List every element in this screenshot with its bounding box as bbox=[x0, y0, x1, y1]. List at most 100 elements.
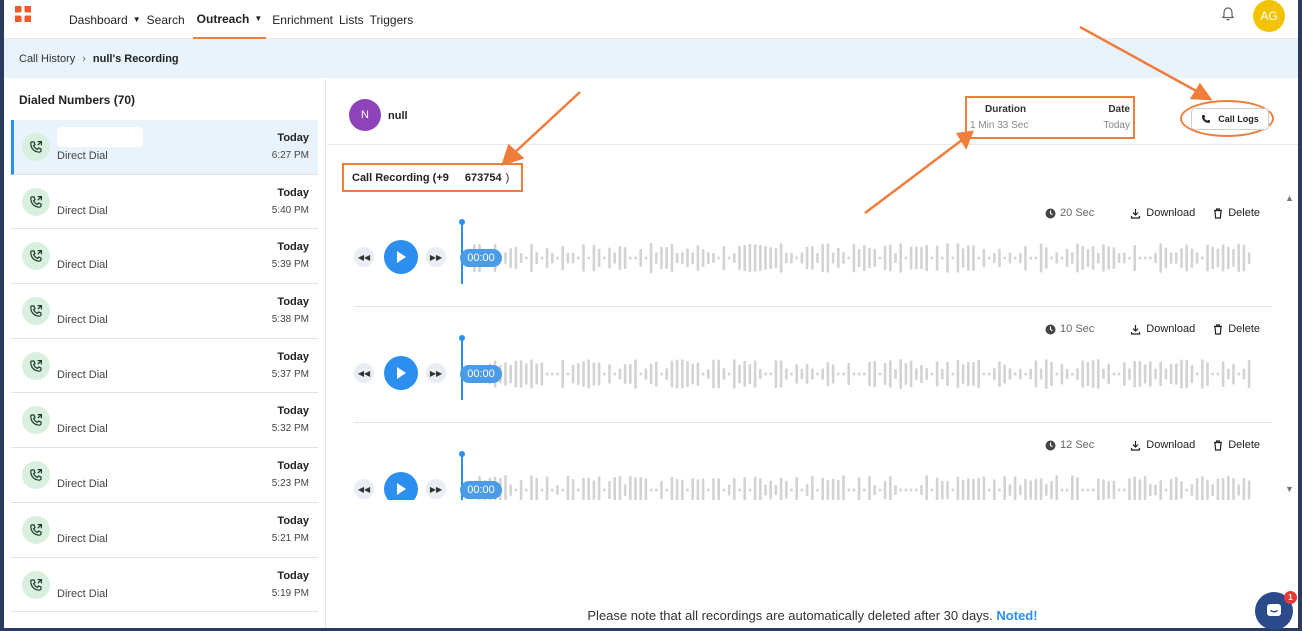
call-time: 5:21 PM bbox=[271, 532, 309, 544]
call-time: 5:32 PM bbox=[271, 423, 309, 435]
fast-forward-button[interactable]: ▶▶ bbox=[426, 479, 446, 499]
delete-button[interactable]: Delete bbox=[1213, 207, 1260, 219]
audio-waveform[interactable] bbox=[472, 473, 1252, 500]
fast-forward-icon: ▶▶ bbox=[429, 368, 443, 378]
dialed-numbers-panel: Dialed Numbers (70) Direct Dial Today 6:27… bbox=[4, 79, 326, 628]
call-type-badge bbox=[22, 297, 50, 326]
call-logs-highlight: Call Logs bbox=[1180, 100, 1274, 137]
recordings-list[interactable]: 20 Sec Download Delete ◀◀ ▶▶ 00:00 10 Sec Downl… bbox=[354, 191, 1272, 500]
app-logo-icon[interactable] bbox=[12, 3, 34, 25]
audio-player: ◀◀ ▶▶ 00:00 bbox=[354, 335, 1272, 403]
call-type-label: Direct Dial bbox=[57, 368, 108, 381]
call-type-badge bbox=[22, 351, 50, 380]
chat-unread-badge: 1 bbox=[1284, 591, 1297, 604]
recording-item: 20 Sec Download Delete ◀◀ ▶▶ 00:00 bbox=[354, 191, 1272, 307]
audio-waveform[interactable] bbox=[472, 241, 1252, 275]
delete-label: Delete bbox=[1228, 207, 1260, 219]
download-label: Download bbox=[1146, 323, 1196, 335]
call-day: Today bbox=[277, 186, 309, 199]
chat-icon bbox=[1267, 604, 1281, 616]
nav-item-label: Enrichment bbox=[272, 12, 333, 27]
rewind-button[interactable]: ◀◀ bbox=[354, 247, 374, 267]
dialed-number-item[interactable]: Direct Dial Today 6:27 PM bbox=[11, 120, 318, 175]
download-label: Download bbox=[1146, 207, 1196, 219]
fast-forward-button[interactable]: ▶▶ bbox=[426, 247, 446, 267]
dialed-number-item[interactable]: Direct Dial Today 5:38 PM bbox=[11, 284, 318, 339]
chevron-right-icon: › bbox=[82, 52, 86, 65]
call-type-badge bbox=[22, 461, 50, 490]
call-time: 6:27 PM bbox=[271, 150, 309, 161]
fast-forward-button[interactable]: ▶▶ bbox=[426, 363, 446, 383]
call-logs-button[interactable]: Call Logs bbox=[1191, 108, 1269, 130]
call-day: Today bbox=[277, 405, 309, 418]
play-button[interactable] bbox=[384, 356, 418, 390]
dialed-number-item[interactable]: Direct Dial Today 5:32 PM bbox=[11, 393, 318, 449]
nav-item-triggers[interactable]: Triggers bbox=[370, 0, 414, 39]
download-button[interactable]: Download bbox=[1130, 207, 1195, 219]
date-value: Today bbox=[1103, 120, 1130, 131]
bell-icon[interactable] bbox=[1220, 6, 1236, 22]
audio-waveform[interactable] bbox=[472, 357, 1252, 391]
nav-item-lists[interactable]: Lists bbox=[339, 0, 364, 39]
dialed-number-item[interactable]: Direct Dial Today 5:40 PM bbox=[11, 174, 318, 230]
breadcrumb-call-history[interactable]: Call History bbox=[19, 53, 75, 65]
dialed-number-item[interactable]: Direct Dial Today 5:19 PM bbox=[11, 557, 318, 613]
rewind-button[interactable]: ◀◀ bbox=[354, 363, 374, 383]
play-button[interactable] bbox=[384, 472, 418, 500]
call-recording-title: Call Recording (+9 673754 ) bbox=[342, 163, 523, 192]
nav-item-enrichment[interactable]: Enrichment bbox=[272, 0, 333, 39]
call-type-badge bbox=[22, 133, 50, 161]
recording-item: 12 Sec Download Delete ◀◀ ▶▶ 00:00 bbox=[354, 423, 1272, 500]
download-icon bbox=[1131, 208, 1141, 219]
fast-forward-icon: ▶▶ bbox=[429, 484, 443, 494]
recording-panel: N null Duration 1 Min 33 Sec Date Today … bbox=[327, 79, 1298, 628]
caret-down-icon: ▼ bbox=[132, 15, 141, 24]
call-type-label: Direct Dial bbox=[57, 204, 108, 217]
call-time: 5:23 PM bbox=[271, 478, 309, 490]
delete-button[interactable]: Delete bbox=[1213, 323, 1260, 335]
dialed-number-item[interactable]: Direct Dial Today 5:21 PM bbox=[11, 502, 318, 558]
play-icon bbox=[397, 367, 406, 379]
outgoing-call-icon bbox=[30, 523, 42, 536]
play-icon bbox=[397, 483, 406, 495]
noted-link[interactable]: Noted! bbox=[996, 608, 1037, 623]
dialed-number-item[interactable]: Direct Dial Today 5:39 PM bbox=[11, 229, 318, 285]
call-type-label: Direct Dial bbox=[57, 587, 108, 600]
recording-duration: 12 Sec bbox=[1045, 439, 1094, 451]
nav-item-outreach[interactable]: Outreach ▼ bbox=[192, 0, 267, 39]
nav-item-dashboard[interactable]: Dashboard ▼ bbox=[69, 0, 141, 39]
delete-label: Delete bbox=[1228, 439, 1260, 451]
dialed-numbers-title: Dialed Numbers (70) bbox=[19, 93, 136, 107]
scroll-down-arrow-icon[interactable]: ▼ bbox=[1285, 484, 1294, 494]
dialed-number-item[interactable]: Direct Dial Today 5:23 PM bbox=[11, 448, 318, 503]
call-day: Today bbox=[277, 460, 309, 473]
call-type-badge bbox=[22, 570, 50, 599]
outgoing-call-icon bbox=[30, 141, 42, 153]
download-button[interactable]: Download bbox=[1130, 323, 1195, 335]
outgoing-call-icon bbox=[30, 469, 42, 481]
contact-name: null bbox=[388, 110, 408, 122]
scroll-up-arrow-icon[interactable]: ▲ bbox=[1285, 193, 1294, 203]
dialed-number-item[interactable]: Direct Dial Today 5:37 PM bbox=[11, 338, 318, 394]
recording-duration-text: 12 Sec bbox=[1060, 439, 1095, 451]
user-avatar[interactable]: AG bbox=[1253, 0, 1285, 32]
play-button[interactable] bbox=[384, 240, 418, 274]
call-day: Today bbox=[277, 569, 309, 582]
duration-label: Duration bbox=[985, 104, 1027, 115]
audio-player: ◀◀ ▶▶ 00:00 bbox=[354, 219, 1272, 287]
contact-header: N null Duration 1 Min 33 Sec Date Today … bbox=[327, 79, 1298, 145]
recording-duration-text: 10 Sec bbox=[1060, 323, 1095, 335]
nav-item-label: Outreach bbox=[196, 11, 250, 26]
delete-button[interactable]: Delete bbox=[1213, 439, 1260, 451]
call-type-badge bbox=[22, 406, 50, 435]
contact-avatar: N bbox=[349, 99, 381, 131]
rewind-button[interactable]: ◀◀ bbox=[354, 479, 374, 499]
call-day: Today bbox=[277, 241, 309, 254]
call-meta-box: Duration 1 Min 33 Sec Date Today bbox=[965, 96, 1135, 139]
call-type-label: Direct Dial bbox=[57, 423, 108, 436]
nav-menu: Dashboard ▼ Search Outreach ▼ Enrichment Lists… bbox=[69, 0, 419, 39]
audio-player: ◀◀ ▶▶ 00:00 bbox=[354, 451, 1272, 500]
nav-item-search[interactable]: Search bbox=[147, 0, 185, 39]
call-time: 5:40 PM bbox=[271, 204, 309, 216]
download-button[interactable]: Download bbox=[1130, 439, 1195, 451]
